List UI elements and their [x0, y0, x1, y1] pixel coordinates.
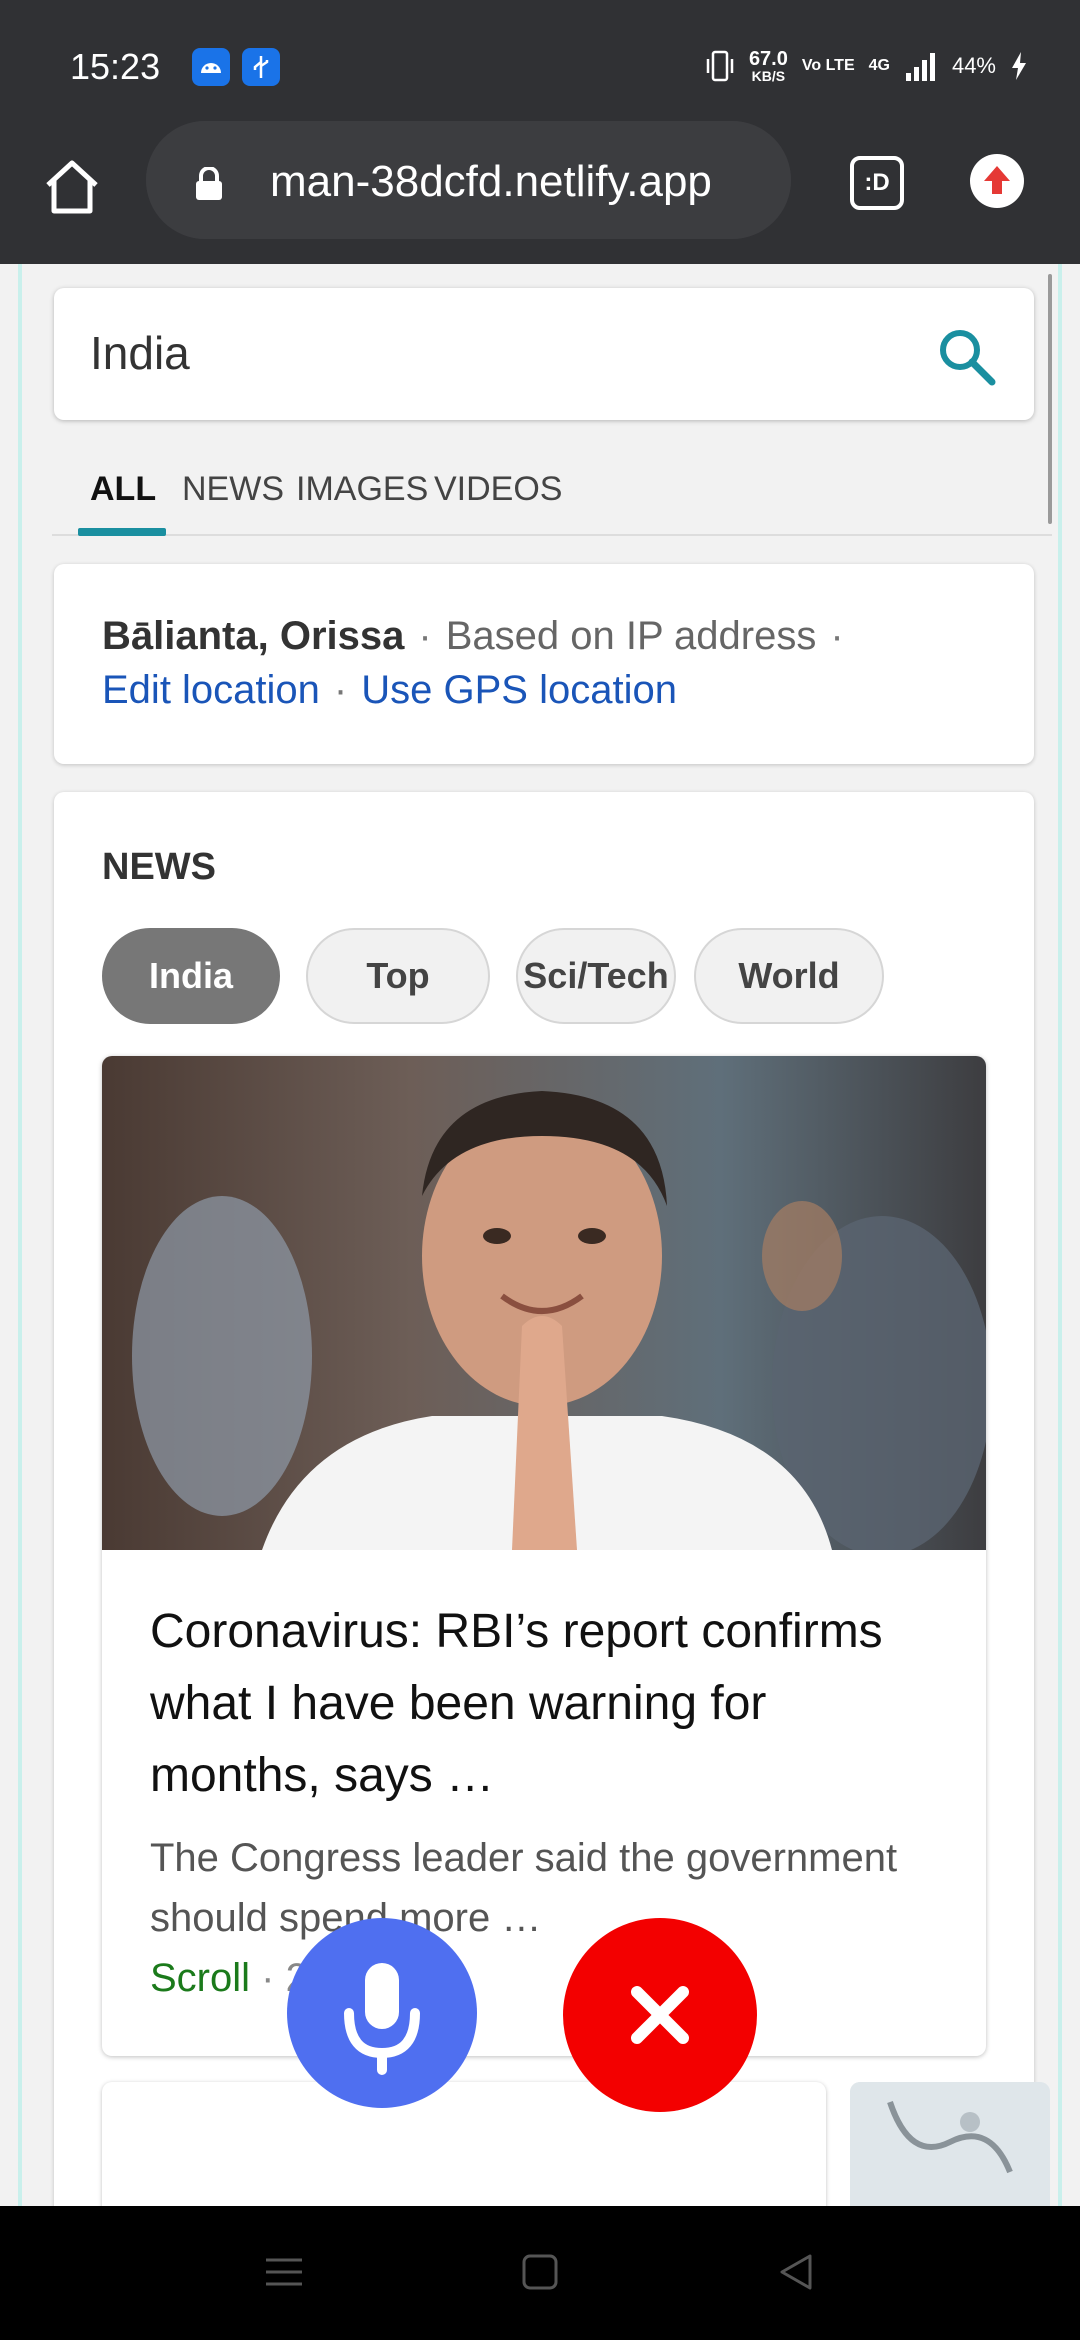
home-icon: [46, 160, 98, 214]
url-text: man-38dcfd.netlify.app: [270, 157, 712, 206]
android-icon: [192, 48, 230, 86]
status-bar: 15:23 67.0 KB/S Vo LTE 4G 44%: [0, 0, 1080, 130]
update-button[interactable]: [970, 154, 1024, 208]
search-input[interactable]: India: [90, 326, 190, 380]
chip-india[interactable]: India: [102, 928, 280, 1024]
news-story-card[interactable]: Coronavirus: RBI’s report confirms what …: [102, 1056, 986, 2056]
chip-world[interactable]: World: [694, 928, 884, 1024]
tab-all[interactable]: ALL: [90, 470, 156, 509]
url-field[interactable]: man-38dcfd.netlify.app: [146, 121, 791, 239]
story-title[interactable]: Coronavirus: RBI’s report confirms what …: [150, 1596, 950, 1812]
location-name: Bālianta, Orissa: [102, 614, 405, 658]
vibrate-icon: [706, 50, 734, 82]
next-story-thumbnail[interactable]: [850, 2082, 1050, 2206]
tab-images[interactable]: IMAGES: [296, 470, 428, 509]
arrow-up-icon: [984, 166, 1010, 194]
tab-switcher-button[interactable]: :D: [850, 156, 904, 210]
signal-icon: [905, 53, 935, 81]
close-icon: [631, 1986, 689, 2044]
tab-videos[interactable]: VIDEOS: [434, 470, 562, 509]
stethoscope-image: [850, 2082, 1050, 2206]
usb-icon: [242, 48, 280, 86]
search-box[interactable]: India: [54, 288, 1034, 420]
search-tabs: ALL NEWS IMAGES VIDEOS: [52, 450, 1052, 536]
battery-level: 44%: [951, 53, 996, 78]
news-chips: India Top stories Sci/Tech World: [102, 928, 1052, 1028]
tab-news[interactable]: NEWS: [182, 470, 284, 509]
back-icon[interactable]: [774, 2250, 818, 2294]
chip-sci-tech[interactable]: Sci/Tech: [516, 928, 676, 1024]
volte-indicator: Vo LTE: [801, 57, 855, 74]
home-nav-icon[interactable]: [518, 2250, 562, 2294]
edit-location-link[interactable]: Edit location: [102, 668, 320, 712]
system-nav-bar: [0, 2206, 1080, 2340]
charging-icon: [1012, 52, 1026, 80]
network-type: 4G: [868, 57, 890, 74]
chip-top-stories[interactable]: Top stories: [306, 928, 490, 1024]
status-time: 15:23: [70, 46, 161, 87]
lock-icon: [196, 167, 222, 200]
status-icons: 67.0 KB/S Vo LTE 4G 44%: [705, 44, 1028, 88]
news-card: NEWS India Top stories Sci/Tech World: [54, 792, 1050, 2206]
story-source: Scroll · 2: [150, 1956, 308, 2000]
story-image: [102, 1056, 986, 1550]
web-page: India ALL NEWS IMAGES VIDEOS Bālianta, O…: [18, 264, 1062, 2206]
use-gps-link[interactable]: Use GPS location: [361, 668, 677, 712]
active-tab-indicator: [78, 528, 166, 536]
network-speed: 67.0 KB/S: [748, 48, 788, 84]
close-button[interactable]: [563, 1918, 757, 2112]
news-heading: NEWS: [102, 846, 216, 888]
menu-icon[interactable]: [262, 2250, 306, 2294]
microphone-icon: [344, 1963, 420, 2075]
home-button[interactable]: [40, 155, 104, 219]
location-card: Bālianta, Orissa · Based on IP address · Ed…: [54, 564, 1034, 764]
story-snippet: The Congress leader said the government …: [150, 1836, 898, 1940]
location-basis: Based on IP address: [445, 614, 817, 658]
voice-search-button[interactable]: [287, 1918, 477, 2108]
search-icon[interactable]: [934, 324, 998, 388]
